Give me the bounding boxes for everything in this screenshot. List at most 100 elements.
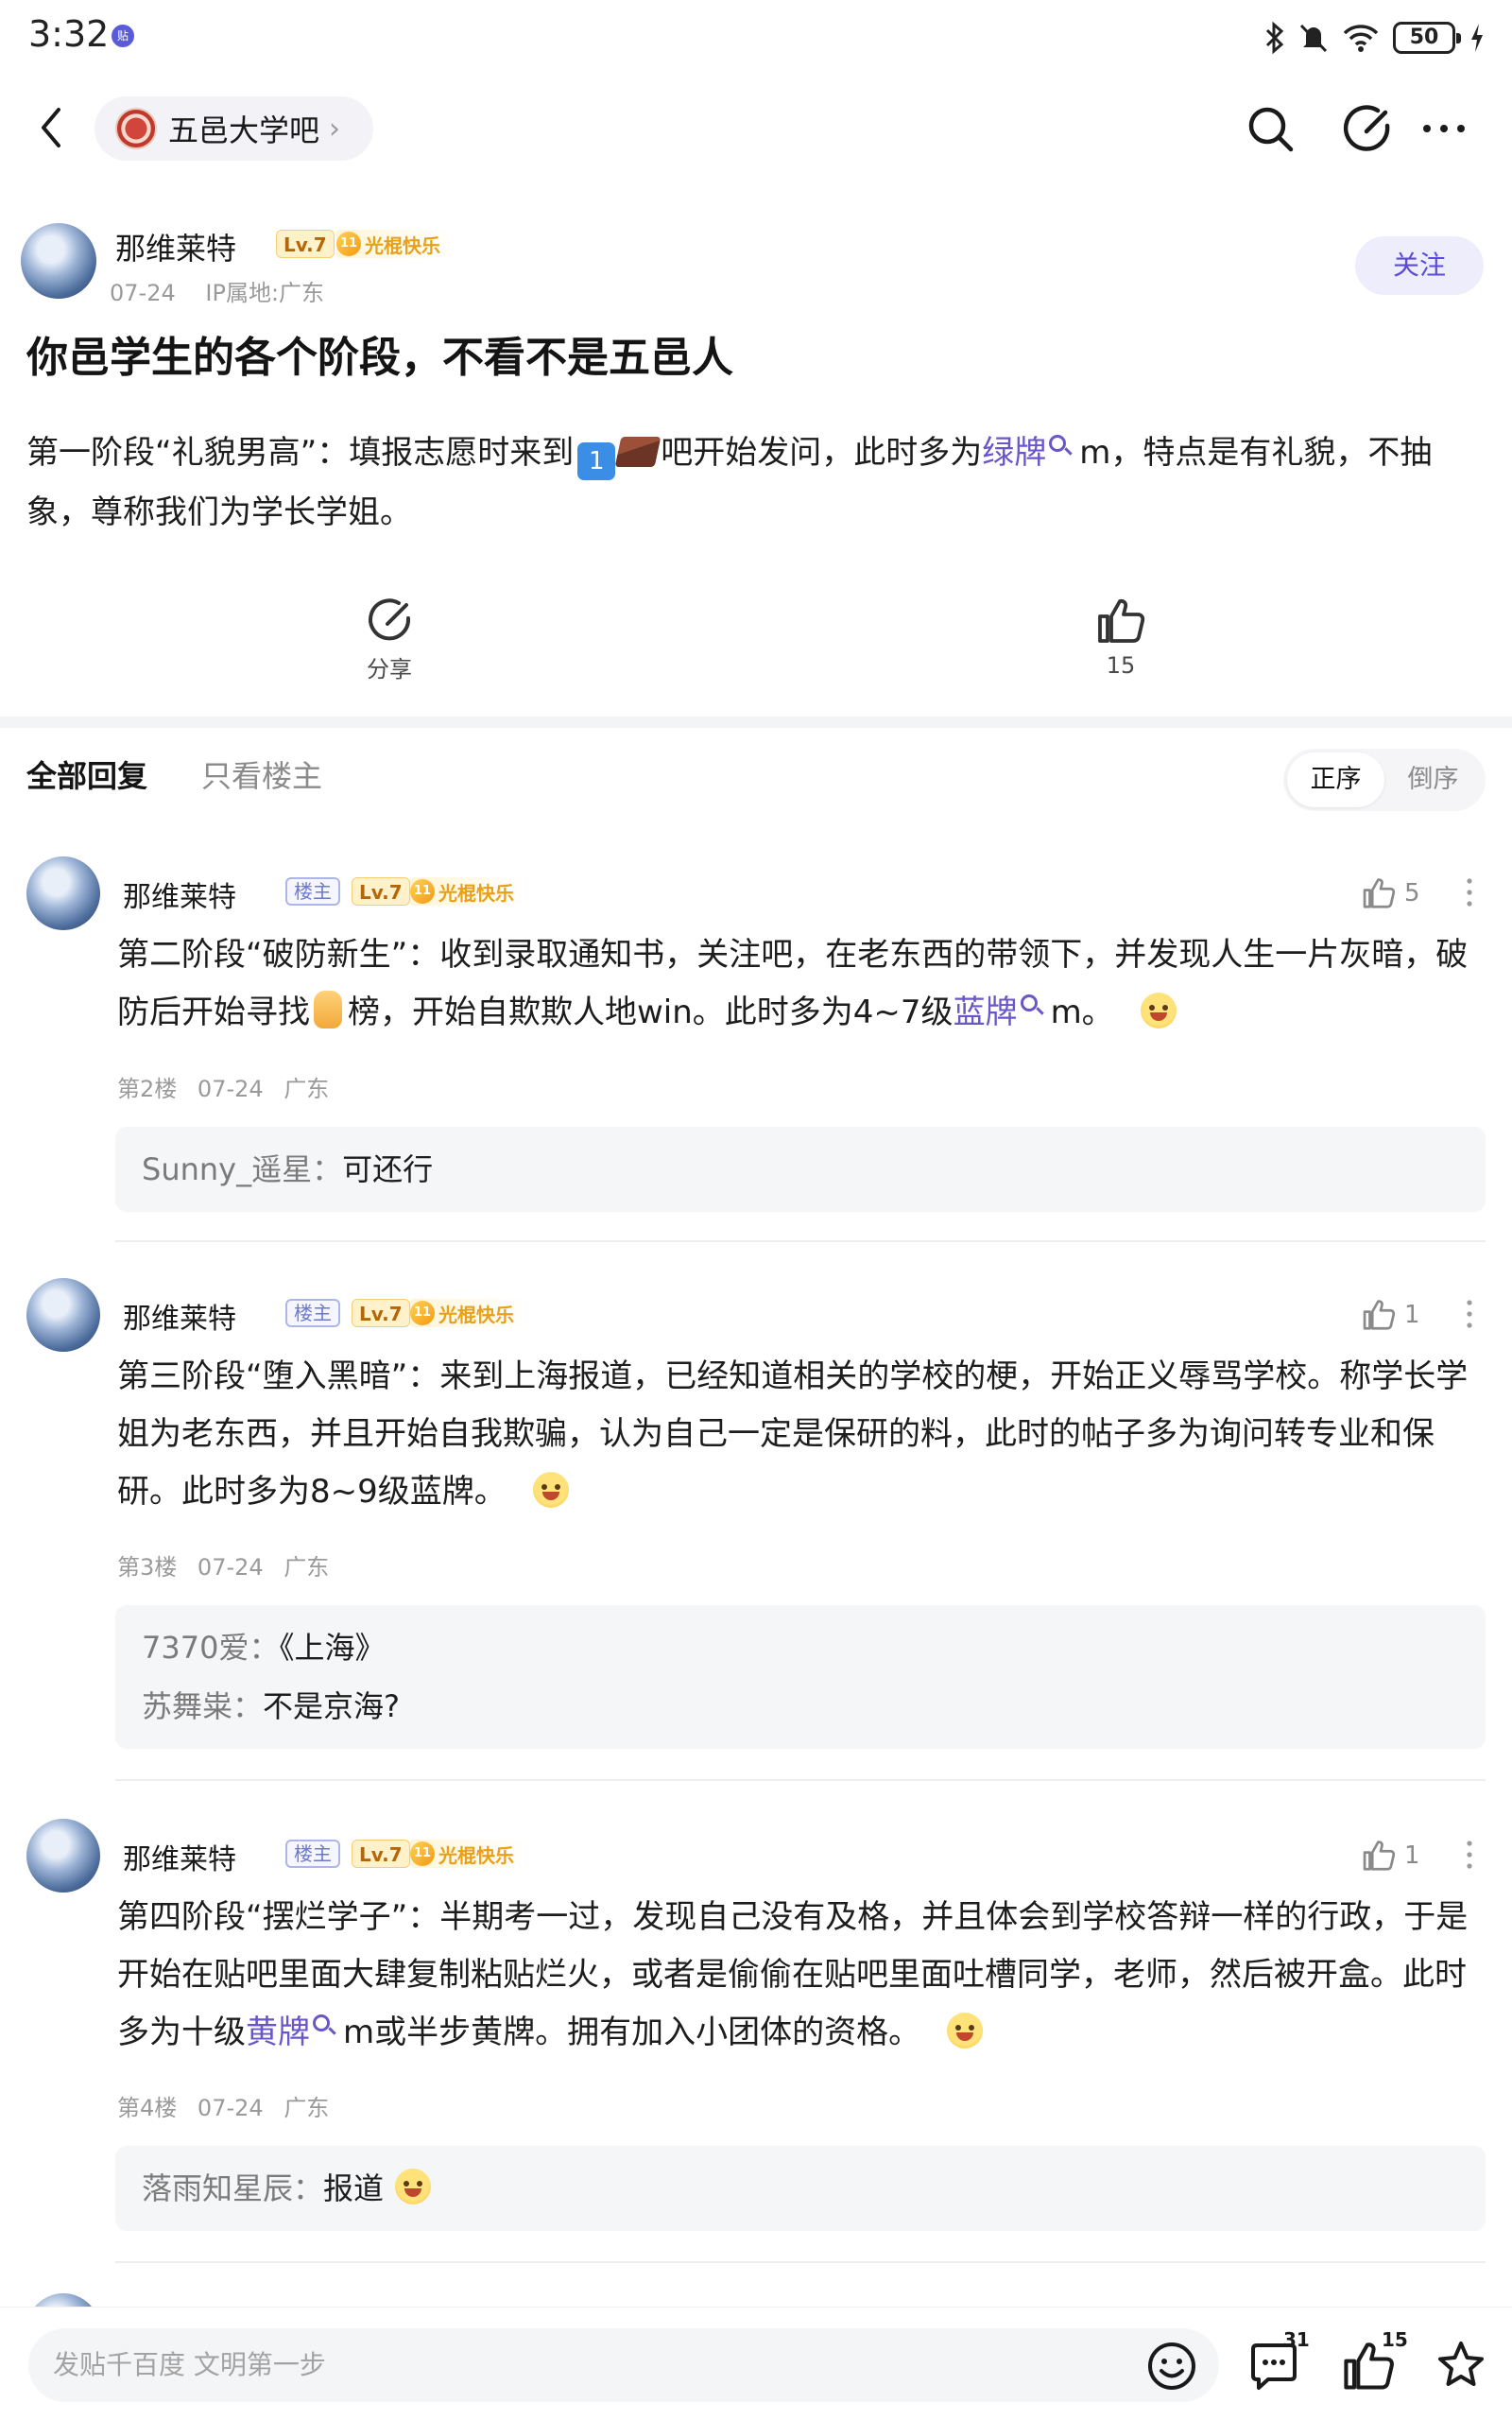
post-ip: IP属地:广东 bbox=[205, 280, 325, 306]
reply-like-count: 1 bbox=[1404, 1841, 1420, 1870]
reply-text-part: 第三阶段“堕入黑暗”：来到上海报道，已经知道相关的学校的梗，开始正义辱骂学校。称… bbox=[117, 1357, 1469, 1511]
comment-input[interactable]: 发贴千百度 文明第一步 bbox=[28, 2328, 1219, 2402]
reply-location: 广东 bbox=[284, 2095, 330, 2121]
wifi-icon bbox=[1343, 25, 1379, 52]
more-vertical-icon[interactable] bbox=[1455, 1836, 1484, 1874]
post-meta: 07-24 IP属地:广东 bbox=[110, 274, 324, 307]
reply-meta: 第2楼 07-24 广东 bbox=[117, 1070, 329, 1103]
sub-reply-user[interactable]: Sunny_遥星： bbox=[142, 1151, 342, 1187]
member-label: 光棍快乐 bbox=[438, 1843, 514, 1867]
keycap-one-emoji: 1 bbox=[577, 442, 616, 480]
reply-date: 07-24 bbox=[197, 2095, 264, 2121]
search-icon[interactable] bbox=[313, 2014, 330, 2031]
reply-date: 07-24 bbox=[197, 1076, 264, 1102]
member-badge: 11 光棍快乐 bbox=[410, 1299, 527, 1327]
sub-reply: 7370爱：《上海》 bbox=[142, 1618, 1459, 1677]
grin-emoji bbox=[1140, 993, 1177, 1028]
sub-replies[interactable]: 落雨知星辰：报道 bbox=[115, 2146, 1486, 2231]
sub-reply-text: 《上海》 bbox=[279, 1630, 386, 1666]
reply-item: 那维莱特 楼主 Lv.7 11 光棍快乐 1 第四阶段“摆烂学子”：半期考一过，… bbox=[0, 1819, 1512, 2291]
level-badge: Lv.7 bbox=[276, 230, 335, 258]
emoji-icon[interactable] bbox=[1143, 2338, 1200, 2394]
post-body: 第一阶段“礼貌男高”：填报志愿时来到 1 吧开始发问，此时多为绿牌 m，特点是有礼貌，… bbox=[26, 424, 1491, 543]
post-date: 07-24 bbox=[110, 280, 176, 306]
edit-icon[interactable] bbox=[1342, 102, 1395, 155]
member-badge: 11 光棍快乐 bbox=[410, 1840, 527, 1868]
reply-meta: 第4楼 07-24 广东 bbox=[117, 2089, 329, 2122]
sub-reply-user[interactable]: 苏舞粜： bbox=[142, 1688, 263, 1724]
sort-descending[interactable]: 倒序 bbox=[1384, 752, 1482, 807]
member-label: 光棍快乐 bbox=[438, 1303, 514, 1326]
back-icon[interactable] bbox=[30, 102, 77, 153]
like-count: 15 bbox=[1106, 652, 1136, 679]
avatar[interactable] bbox=[26, 1819, 100, 1893]
status-icons: 50 bbox=[1264, 19, 1486, 57]
forum-name: 五邑大学吧 bbox=[168, 112, 320, 148]
search-icon[interactable] bbox=[1049, 435, 1067, 452]
sub-reply: Sunny_遥星：可还行 bbox=[142, 1140, 1459, 1199]
reply-like-button[interactable]: 1 bbox=[1361, 1838, 1420, 1874]
battery-indicator: 50 bbox=[1393, 22, 1461, 54]
sub-reply-user[interactable]: 落雨知星辰： bbox=[142, 2170, 323, 2206]
reply-author[interactable]: 那维莱特 bbox=[123, 1295, 236, 1337]
app-notification-icon: 贴 bbox=[112, 25, 134, 47]
reply-text: 第二阶段“破防新生”：收到录取通知书，关注吧，在老东西的带领下，并发现人生一片灰… bbox=[117, 926, 1486, 1042]
sub-replies[interactable]: Sunny_遥星：可还行 bbox=[115, 1127, 1486, 1212]
reply-location: 广东 bbox=[284, 1554, 330, 1581]
owner-tag: 楼主 bbox=[285, 1840, 340, 1868]
keyword-link[interactable]: 黄牌 bbox=[246, 2014, 310, 2051]
reply-like-button[interactable]: 5 bbox=[1361, 875, 1420, 911]
chevron-right-icon: › bbox=[329, 112, 341, 146]
yum-face-emoji bbox=[947, 2013, 984, 2048]
reply-author[interactable]: 那维莱特 bbox=[123, 1836, 236, 1877]
author-avatar[interactable] bbox=[21, 223, 96, 299]
reply-author[interactable]: 那维莱特 bbox=[123, 873, 236, 915]
sub-reply-user[interactable]: 7370爱： bbox=[142, 1630, 279, 1666]
post-title: 你邑学生的各个阶段，不看不是五邑人 bbox=[26, 334, 733, 382]
share-label: 分享 bbox=[367, 656, 412, 683]
level-badge: Lv.7 bbox=[352, 1840, 410, 1868]
sort-ascending[interactable]: 正序 bbox=[1287, 752, 1384, 807]
mute-bell-icon bbox=[1299, 24, 1328, 53]
more-vertical-icon[interactable] bbox=[1455, 873, 1484, 911]
member-label: 光棍快乐 bbox=[438, 881, 514, 905]
more-icon[interactable] bbox=[1418, 102, 1470, 155]
post-actions: 分享 15 bbox=[0, 596, 1512, 709]
reply-text-part: 榜，开始自欺欺人地win。此时多为4~7级 bbox=[348, 994, 954, 1031]
smile-emoji bbox=[395, 2169, 432, 2204]
sub-replies[interactable]: 7370爱：《上海》 苏舞粜：不是京海? bbox=[115, 1605, 1486, 1749]
keyword-link[interactable]: 蓝牌 bbox=[954, 994, 1018, 1031]
tab-all-replies[interactable]: 全部回复 bbox=[26, 752, 147, 796]
tab-owner-only[interactable]: 只看楼主 bbox=[201, 752, 322, 796]
star-icon[interactable] bbox=[1433, 2338, 1489, 2394]
sub-reply-text: 报道 bbox=[323, 2170, 385, 2206]
more-vertical-icon[interactable] bbox=[1455, 1295, 1484, 1333]
like-button[interactable]: 15 bbox=[1055, 596, 1187, 679]
bottom-action-bar: 发贴千百度 文明第一步 31 15 bbox=[0, 2307, 1512, 2420]
forum-logo bbox=[115, 108, 157, 149]
follow-button[interactable]: 关注 bbox=[1355, 236, 1484, 295]
victory-hand-emoji bbox=[314, 991, 342, 1028]
reply-text-part: m或半步黄牌。拥有加入小团体的资格。 bbox=[343, 2014, 921, 2051]
keyword-link[interactable]: 绿牌 bbox=[982, 434, 1046, 472]
post-body-text: 第一阶段“礼貌男高”：填报志愿时来到 bbox=[26, 434, 575, 472]
bluetooth-icon bbox=[1265, 22, 1284, 54]
avatar[interactable] bbox=[26, 1278, 100, 1352]
member-level-icon: 11 bbox=[410, 1841, 435, 1866]
member-badge: 11 光棍快乐 bbox=[410, 877, 527, 906]
share-button[interactable]: 分享 bbox=[323, 596, 455, 683]
reply-like-count: 5 bbox=[1404, 879, 1420, 908]
reply-item: 那维莱特 楼主 Lv.7 11 光棍快乐 5 第二阶段“破防新生”：收到录取通知… bbox=[0, 856, 1512, 1253]
charging-icon bbox=[1471, 24, 1483, 52]
forum-chip[interactable]: 五邑大学吧 › bbox=[94, 96, 373, 161]
status-time: 3:32 bbox=[28, 13, 110, 55]
member-label: 光棍快乐 bbox=[365, 233, 440, 257]
sub-reply-text: 不是京海? bbox=[263, 1688, 401, 1724]
reply-like-button[interactable]: 1 bbox=[1361, 1297, 1420, 1333]
author-name[interactable]: 那维莱特 bbox=[115, 225, 236, 268]
search-icon[interactable] bbox=[1244, 102, 1297, 155]
divider bbox=[115, 1779, 1486, 1781]
avatar[interactable] bbox=[26, 856, 100, 930]
top-navigation: 五邑大学吧 › bbox=[0, 85, 1512, 170]
search-icon[interactable] bbox=[1020, 994, 1038, 1011]
